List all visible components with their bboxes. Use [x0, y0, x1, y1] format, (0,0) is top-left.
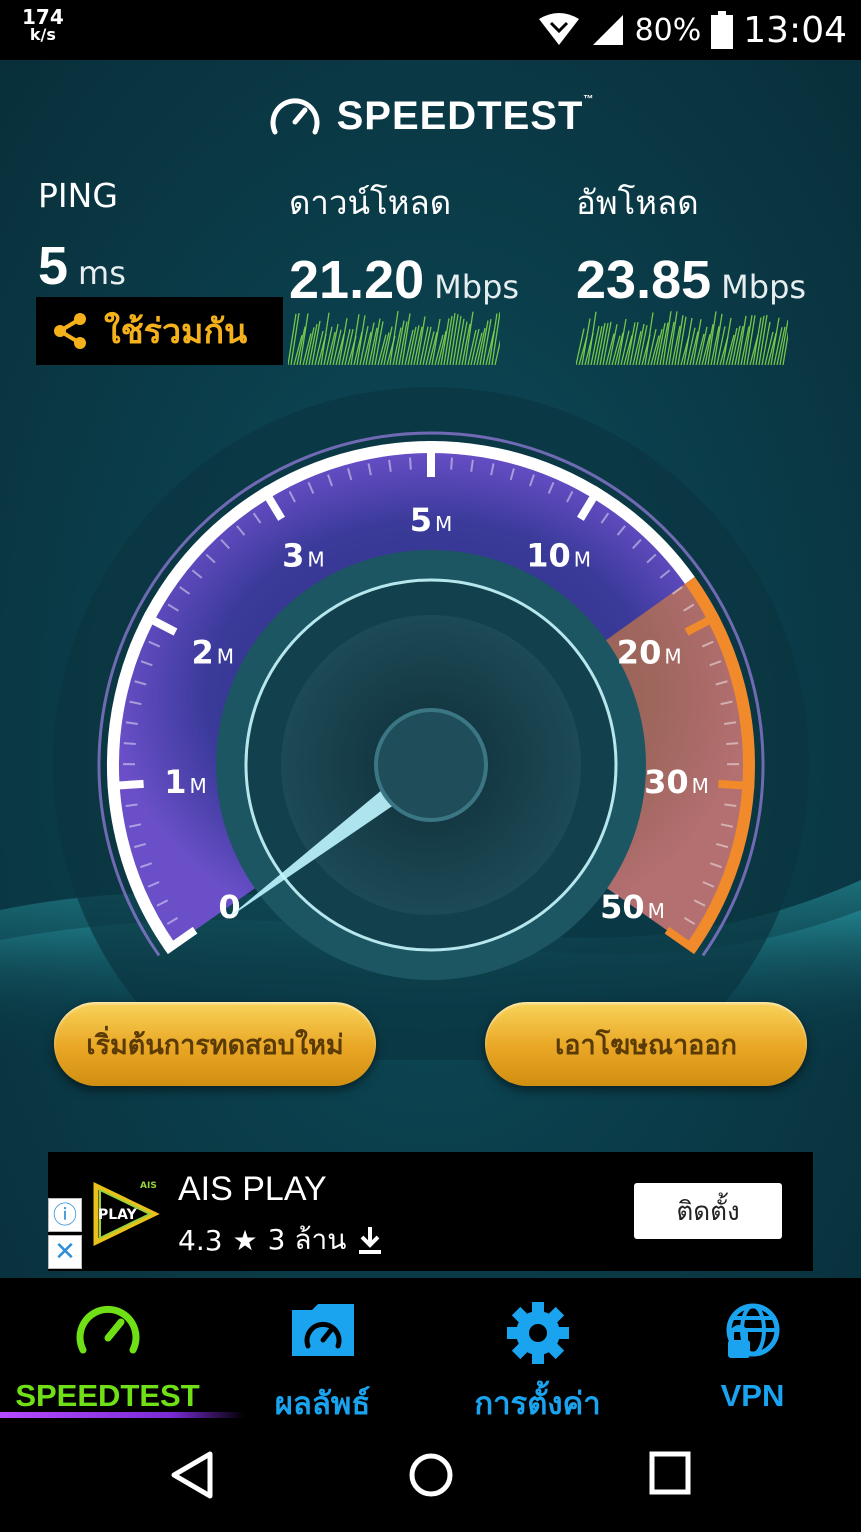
speedometer-icon: [76, 1305, 139, 1354]
download-icon: [359, 1227, 382, 1254]
battery-percent: 80%: [634, 12, 702, 48]
gauge-major-tick: [718, 779, 755, 791]
battery-icon: [711, 11, 734, 49]
tab-vpn[interactable]: VPN: [645, 1278, 860, 1418]
gauge-tick-unit: M: [435, 512, 452, 536]
ad-banner[interactable]: ⓘ ✕ PLAY AIS AIS PLAY 4.3 ★ 3 ล้าน ติดตั…: [48, 1152, 813, 1271]
cell-signal-icon: [592, 15, 623, 45]
ad-app-name: AIS PLAY: [178, 1170, 327, 1208]
star-icon: ★: [232, 1223, 258, 1257]
gauge-tick-unit: M: [190, 774, 207, 798]
network-speed-value: 174: [22, 5, 64, 29]
ad-close-icon[interactable]: ✕: [48, 1235, 82, 1269]
restart-test-button[interactable]: เริ่มต้นการทดสอบใหม่: [54, 1002, 376, 1086]
gauge-tick-unit: M: [307, 548, 324, 572]
remove-ads-button[interactable]: เอาโฆษณาออก: [485, 1002, 807, 1086]
ad-rating: 4.3: [178, 1223, 223, 1257]
network-speed-indicator: 174 k/s: [22, 5, 64, 44]
ad-installs: 3 ล้าน: [267, 1223, 347, 1256]
gauge-tick-unit: M: [574, 548, 591, 572]
home-icon[interactable]: [406, 1450, 456, 1500]
ais-play-logo: PLAY AIS: [93, 1181, 160, 1246]
tab-speedtest[interactable]: SPEEDTEST: [0, 1278, 245, 1418]
gauge-minor-tick: [450, 457, 453, 470]
gauge-major-tick: [107, 779, 144, 791]
gauge-minor-tick: [123, 742, 136, 746]
gauge-minor-tick: [409, 457, 412, 470]
gauge-tick-unit: M: [217, 644, 234, 668]
bottom-tab-bar: SPEEDTEST ผลลัพธ์ การตั้งค่า VPN: [0, 1278, 861, 1421]
recents-icon[interactable]: [648, 1450, 692, 1498]
speedtest-screen: SPEEDTEST™ PING 5 ms ดาวน์โหลด 21.20 Mbps …: [0, 60, 861, 1278]
results-folder-icon: [291, 1304, 354, 1356]
gear-hole: [528, 1324, 547, 1342]
tab-vpn-label: VPN: [720, 1378, 785, 1413]
speed-gauge: 01 M2 M3 M5 M10 M20 M30 M50 M: [53, 387, 809, 1060]
ad-install-button[interactable]: ติดตั้ง: [634, 1183, 782, 1239]
gauge-tick-unit: M: [692, 774, 709, 798]
back-icon[interactable]: [168, 1450, 216, 1500]
clock: 13:04: [743, 9, 847, 51]
wifi-icon: [538, 13, 579, 45]
vpn-globe-lock-icon: [726, 1303, 779, 1358]
tab-results[interactable]: ผลลัพธ์: [215, 1278, 430, 1421]
system-navigation-bar: [0, 1418, 861, 1532]
ad-info-icon[interactable]: ⓘ: [48, 1198, 82, 1232]
gauge-tick-unit: M: [648, 899, 665, 923]
gauge-minor-tick: [726, 742, 739, 746]
status-bar: 174 k/s 80% 13:04: [0, 0, 861, 60]
ad-logo-text: PLAY: [98, 1207, 138, 1223]
tab-speedtest-label: SPEEDTEST: [15, 1378, 200, 1413]
ad-logo-brand: AIS: [140, 1181, 157, 1191]
tab-settings[interactable]: การตั้งค่า: [430, 1278, 645, 1421]
gauge-tick-label: 0: [218, 888, 240, 926]
gauge-tick-unit: M: [664, 644, 681, 668]
gauge-needle-hub: [374, 708, 488, 822]
gear-icon: [506, 1302, 569, 1364]
